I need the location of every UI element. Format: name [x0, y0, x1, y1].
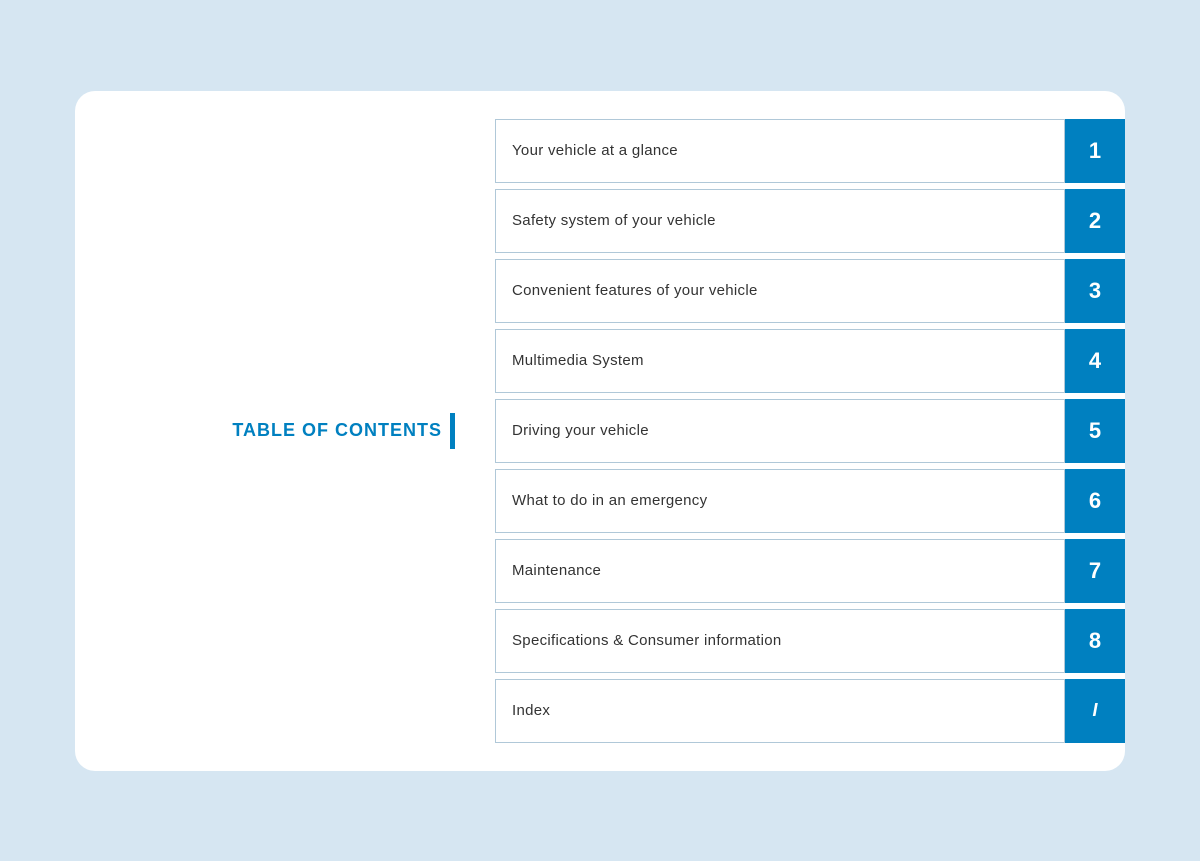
toc-number-toc-i: I [1065, 679, 1125, 743]
left-panel: TABLE OF CONTENTS [115, 413, 495, 449]
toc-text-toc-1: Your vehicle at a glance [512, 142, 678, 159]
toc-row[interactable]: Maintenance 7 [495, 539, 1125, 603]
toc-row[interactable]: Driving your vehicle 5 [495, 399, 1125, 463]
toc-text-box-toc-3: Convenient features of your vehicle [495, 259, 1065, 323]
toc-number-toc-1: 1 [1065, 119, 1125, 183]
toc-row[interactable]: What to do in an emergency 6 [495, 469, 1125, 533]
toc-row[interactable]: Specifications & Consumer information 8 [495, 609, 1125, 673]
toc-text-box-toc-8: Specifications & Consumer information [495, 609, 1065, 673]
toc-text-box-toc-6: What to do in an emergency [495, 469, 1065, 533]
toc-text-box-toc-5: Driving your vehicle [495, 399, 1065, 463]
toc-bar [450, 413, 455, 449]
toc-title: TABLE OF CONTENTS [232, 420, 442, 441]
toc-text-box-toc-2: Safety system of your vehicle [495, 189, 1065, 253]
toc-text-box-toc-i: Index [495, 679, 1065, 743]
toc-row[interactable]: Convenient features of your vehicle 3 [495, 259, 1125, 323]
page-wrapper: TABLE OF CONTENTS Your vehicle at a glan… [50, 51, 1150, 811]
toc-number-toc-2: 2 [1065, 189, 1125, 253]
toc-number-toc-3: 3 [1065, 259, 1125, 323]
toc-text-toc-3: Convenient features of your vehicle [512, 282, 758, 299]
toc-number-toc-5: 5 [1065, 399, 1125, 463]
toc-text-toc-2: Safety system of your vehicle [512, 212, 716, 229]
toc-text-box-toc-4: Multimedia System [495, 329, 1065, 393]
toc-text-box-toc-7: Maintenance [495, 539, 1065, 603]
right-panel: Your vehicle at a glance1Safety system o… [495, 119, 1125, 743]
toc-row[interactable]: Your vehicle at a glance 1 [495, 119, 1125, 183]
toc-row[interactable]: Safety system of your vehicle 2 [495, 189, 1125, 253]
toc-text-toc-7: Maintenance [512, 562, 601, 579]
toc-text-toc-i: Index [512, 702, 550, 719]
toc-label: TABLE OF CONTENTS [232, 413, 455, 449]
toc-text-toc-5: Driving your vehicle [512, 422, 649, 439]
toc-text-toc-4: Multimedia System [512, 352, 644, 369]
toc-number-toc-8: 8 [1065, 609, 1125, 673]
toc-row[interactable]: Multimedia System 4 [495, 329, 1125, 393]
toc-row[interactable]: Index I [495, 679, 1125, 743]
toc-text-toc-6: What to do in an emergency [512, 492, 707, 509]
toc-text-toc-8: Specifications & Consumer information [512, 632, 782, 649]
toc-text-box-toc-1: Your vehicle at a glance [495, 119, 1065, 183]
toc-number-toc-7: 7 [1065, 539, 1125, 603]
card: TABLE OF CONTENTS Your vehicle at a glan… [75, 91, 1125, 771]
toc-number-toc-6: 6 [1065, 469, 1125, 533]
toc-number-toc-4: 4 [1065, 329, 1125, 393]
